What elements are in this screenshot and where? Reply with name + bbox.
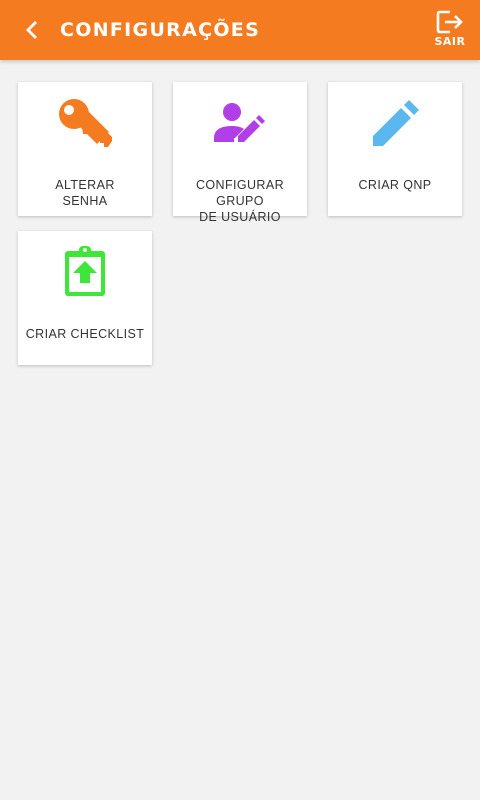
tile-label: CONFIGURAR GRUPO DE USUÁRIO	[195, 178, 285, 224]
back-button[interactable]	[14, 12, 50, 48]
tile-label: CRIAR CHECKLIST	[25, 327, 145, 341]
exit-button[interactable]: SAIR	[432, 10, 468, 54]
key-icon	[59, 99, 112, 147]
logout-icon	[436, 10, 463, 34]
tile-create-qnp[interactable]: CRIAR QNP	[328, 82, 462, 216]
page-title: CONFIGURAÇÕES	[60, 19, 261, 41]
pencil-icon	[373, 100, 419, 146]
clipboard-upload-icon	[65, 246, 105, 296]
tile-change-password[interactable]: ALTERAR SENHA	[18, 82, 152, 216]
user-edit-icon	[214, 103, 265, 142]
app-screen: CONFIGURAÇÕES SAIR ALTERAR SENHA CONFIGU…	[0, 0, 480, 800]
tile-label: CRIAR QNP	[358, 178, 432, 192]
exit-label: SAIR	[434, 35, 466, 48]
chevron-left-icon	[26, 21, 37, 39]
tile-create-checklist[interactable]: CRIAR CHECKLIST	[18, 231, 152, 365]
top-app-bar: CONFIGURAÇÕES SAIR	[0, 0, 480, 60]
tile-configure-user-group[interactable]: CONFIGURAR GRUPO DE USUÁRIO	[173, 82, 307, 224]
tile-label: ALTERAR SENHA	[55, 178, 115, 208]
